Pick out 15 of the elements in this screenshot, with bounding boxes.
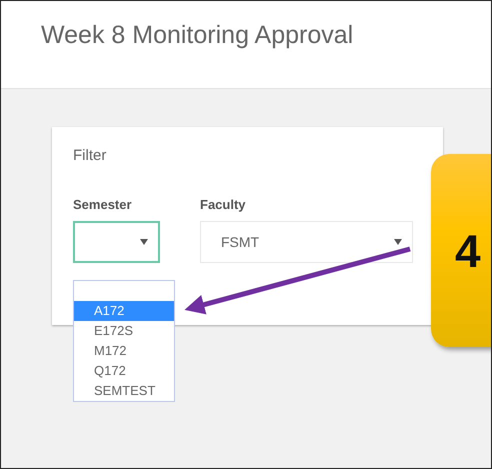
field-label: Faculty [200,197,247,212]
caret-icon [140,239,148,245]
dropdown-option[interactable]: Q172 [74,361,174,381]
faculty-select[interactable]: FSMT [200,221,413,263]
dropdown-option[interactable]: SEMTEST [74,381,174,401]
caret-icon [394,239,402,245]
semester-select[interactable] [73,221,160,263]
field-label: Semester [73,197,133,212]
step-number: 4 [455,224,481,278]
card-title: Filter [73,147,108,164]
select-value: FSMT [221,234,260,250]
dropdown-option[interactable]: A172 [74,301,174,321]
dropdown-option[interactable]: M172 [74,341,174,361]
page-title: Week 8 Monitoring Approval [41,21,354,50]
dropdown-option[interactable]: E172S [74,321,174,341]
